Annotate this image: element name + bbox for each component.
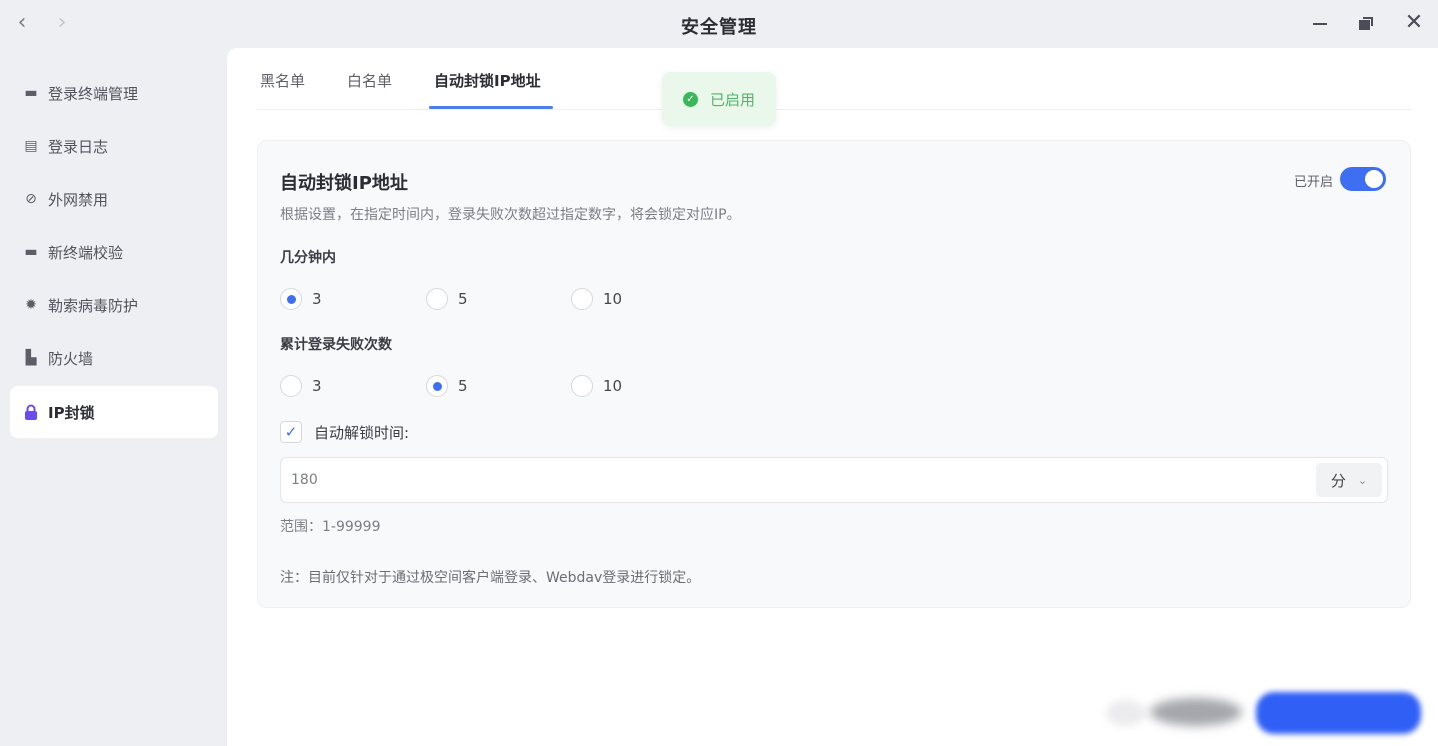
blurred-region-gray xyxy=(1150,698,1242,726)
failures-label: 累计登录失败次数 xyxy=(280,337,392,353)
active-tab-indicator xyxy=(429,106,553,109)
minutes-radio-10[interactable]: 10 xyxy=(571,288,622,310)
failures-radio-5[interactable]: 5 xyxy=(426,375,468,397)
sidebar-item-ransomware-protection[interactable]: ✹ 勒索病毒防护 xyxy=(10,279,218,331)
monitor-icon: ▬ xyxy=(24,85,38,101)
minutes-radio-5[interactable]: 5 xyxy=(426,288,468,310)
close-icon[interactable]: ✕ xyxy=(1401,11,1427,37)
sidebar-item-external-ban[interactable]: ⊘ 外网禁用 xyxy=(10,173,218,225)
chevron-down-icon: ⌄ xyxy=(1357,473,1368,487)
enable-toggle[interactable] xyxy=(1340,167,1386,191)
window-title: 安全管理 xyxy=(681,17,757,38)
unlock-time-field: 分 ⌄ xyxy=(280,457,1388,503)
unit-select[interactable]: 分 ⌄ xyxy=(1316,463,1382,497)
sidebar-item-label: 新终端校验 xyxy=(48,243,124,262)
check-circle-icon: ✓ xyxy=(682,91,698,107)
log-icon: ▤ xyxy=(24,138,38,154)
radio-label: 10 xyxy=(603,290,623,308)
toggle-knob xyxy=(1365,170,1383,188)
sidebar-item-new-terminal-verify[interactable]: ▬ 新终端校验 xyxy=(10,226,218,278)
radio-circle xyxy=(571,375,593,397)
radio-circle xyxy=(280,375,302,397)
card-title: 自动封锁IP地址 xyxy=(280,173,408,194)
radio-label: 3 xyxy=(312,290,322,308)
firewall-icon: ▙ xyxy=(25,350,37,366)
enabled-toast: ✓ 已启用 xyxy=(662,72,776,126)
sidebar-item-label: 登录终端管理 xyxy=(48,84,139,103)
auto-unlock-label: 自动解锁时间: xyxy=(314,423,410,442)
radio-label: 10 xyxy=(603,377,623,395)
radio-label: 5 xyxy=(458,290,468,308)
sidebar-item-firewall[interactable]: ▙ 防火墙 xyxy=(10,332,218,384)
security-management-window: ‹ › 安全管理 ✕ ▬ 登录终端管理 ▤ 登录日志 ⊘ 外网禁用 ▬ 新终端校… xyxy=(0,0,1438,746)
unit-select-value: 分 xyxy=(1330,471,1346,490)
virus-icon: ✹ xyxy=(25,297,37,313)
failures-radio-3[interactable]: 3 xyxy=(280,375,322,397)
switch-label: 已开启 xyxy=(1294,175,1334,190)
sidebar-item-label: 登录日志 xyxy=(48,137,109,156)
lock-icon xyxy=(22,403,40,421)
tab-whitelist[interactable]: 白名单 xyxy=(347,70,392,91)
radio-circle xyxy=(426,375,448,397)
range-hint: 范围：1-99999 xyxy=(280,519,381,535)
main-panel: 黑名单 白名单 自动封锁IP地址 ✓ 已启用 自动封锁IP地址 根据设置，在指定… xyxy=(227,48,1438,746)
chat-icon: ▬ xyxy=(24,244,38,260)
radio-label: 3 xyxy=(312,377,322,395)
radio-circle xyxy=(426,288,448,310)
ban-icon: ⊘ xyxy=(25,191,37,207)
sidebar-item-ip-block[interactable]: IP封锁 xyxy=(10,386,218,438)
auto-unlock-checkbox[interactable]: ✓ xyxy=(280,421,302,443)
sidebar-item-login-terminals[interactable]: ▬ 登录终端管理 xyxy=(10,67,218,119)
sidebar-item-label: 防火墙 xyxy=(48,349,94,368)
tab-blacklist[interactable]: 黑名单 xyxy=(260,70,305,91)
auto-block-card: 自动封锁IP地址 根据设置，在指定时间内，登录失败次数超过指定数字，将会锁定对应… xyxy=(257,140,1411,608)
toast-text: 已启用 xyxy=(709,90,755,109)
minutes-label: 几分钟内 xyxy=(280,250,336,266)
unlock-time-input[interactable] xyxy=(291,458,1291,502)
sidebar-item-login-log[interactable]: ▤ 登录日志 xyxy=(10,120,218,172)
tab-bar: 黑名单 白名单 自动封锁IP地址 xyxy=(257,48,1412,110)
blurred-action-buttons xyxy=(1104,688,1424,740)
maximize-icon[interactable] xyxy=(1354,11,1380,37)
card-description: 根据设置，在指定时间内，登录失败次数超过指定数字，将会锁定对应IP。 xyxy=(280,207,741,223)
title-bar: ‹ › 安全管理 ✕ xyxy=(0,0,1438,48)
minutes-radio-3[interactable]: 3 xyxy=(280,288,322,310)
sidebar-item-label: IP封锁 xyxy=(48,403,95,422)
sidebar-item-label: 勒索病毒防护 xyxy=(48,296,139,315)
radio-label: 5 xyxy=(458,377,468,395)
minimize-icon[interactable] xyxy=(1307,11,1333,37)
sidebar-item-label: 外网禁用 xyxy=(48,190,109,209)
blurred-region-light xyxy=(1106,700,1146,726)
note-text: 注：目前仅针对于通过极空间客户端登录、Webdav登录进行锁定。 xyxy=(280,570,701,586)
tab-auto-block-ip[interactable]: 自动封锁IP地址 xyxy=(434,70,541,91)
auto-unlock-checkbox-row[interactable]: ✓ 自动解锁时间: xyxy=(280,421,409,443)
radio-circle xyxy=(571,288,593,310)
radio-circle xyxy=(280,288,302,310)
blurred-region-blue xyxy=(1256,692,1421,734)
failures-radio-10[interactable]: 10 xyxy=(571,375,622,397)
